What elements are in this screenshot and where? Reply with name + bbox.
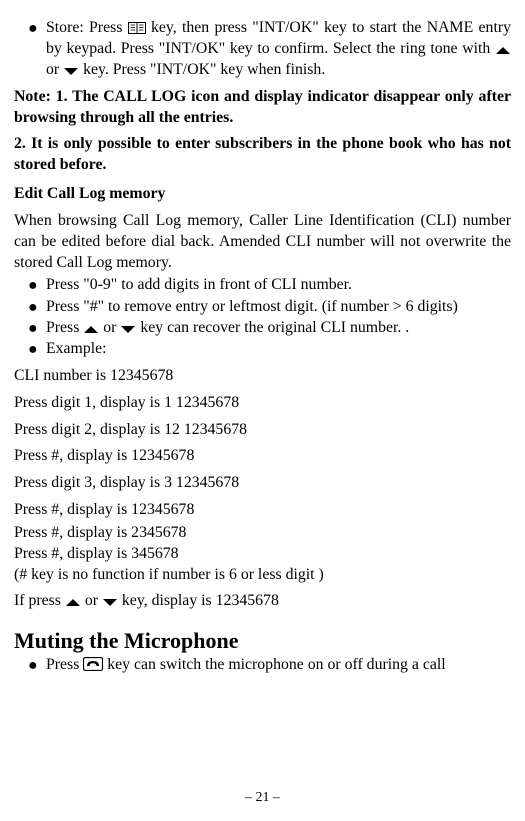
- section-heading-mute: Muting the Microphone: [14, 626, 511, 655]
- note-1: Note: 1. The CALL LOG icon and display i…: [14, 87, 511, 129]
- bullet-marker: ●: [28, 275, 46, 296]
- example-line-9: (# key is no function if number is 6 or …: [14, 565, 511, 586]
- text: or: [103, 319, 120, 336]
- down-arrow-icon: [102, 591, 118, 612]
- text: Press key can switch the microphone on o…: [46, 655, 511, 676]
- bullet-marker: ●: [28, 655, 46, 676]
- note-2: 2. It is only possible to enter subscrib…: [14, 134, 511, 176]
- page-number: – 21 –: [0, 789, 525, 807]
- bullet-store-text: Store: Press key, then press "INT/OK" ke…: [46, 18, 511, 81]
- example-line-6: Press #, display is 12345678: [14, 500, 511, 521]
- bullet-marker: ●: [28, 339, 46, 360]
- bullet-edit-3: ● Press or key can recover the original …: [46, 318, 511, 339]
- example-line-4: Press #, display is 12345678: [14, 446, 511, 467]
- text: key. Press "INT/OK" key when finish.: [83, 61, 325, 78]
- text: key can recover the original CLI number.…: [140, 319, 409, 336]
- down-arrow-icon: [120, 318, 136, 339]
- example-line-8: Press #, display is 345678: [14, 544, 511, 565]
- up-arrow-icon: [83, 318, 99, 339]
- bullet-mute: ● Press key can switch the microphone on…: [46, 655, 511, 676]
- edit-paragraph: When browsing Call Log memory, Caller Li…: [14, 211, 511, 274]
- phone-icon: [83, 655, 103, 676]
- text: or: [46, 61, 63, 78]
- text: Press "#" to remove entry or leftmost di…: [46, 297, 511, 318]
- example-line-5: Press digit 3, display is 3 12345678: [14, 473, 511, 494]
- text: Press: [46, 656, 83, 673]
- example-line-7: Press #, display is 2345678: [14, 523, 511, 544]
- text: key can switch the microphone on or off …: [107, 656, 445, 673]
- bullet-store: ● Store: Press key, then press "INT/OK" …: [46, 18, 511, 81]
- bullet-edit-4: ● Example:: [46, 339, 511, 360]
- text: or: [85, 593, 102, 610]
- book-icon: [128, 18, 146, 39]
- text: Press or key can recover the original CL…: [46, 318, 511, 339]
- text: key, display is 12345678: [122, 593, 279, 610]
- text: Example:: [46, 339, 511, 360]
- example-line-2: Press digit 1, display is 1 12345678: [14, 393, 511, 414]
- bullet-edit-1: ● Press "0-9" to add digits in front of …: [46, 275, 511, 296]
- down-arrow-icon: [63, 60, 79, 81]
- bullet-edit-2: ● Press "#" to remove entry or leftmost …: [46, 297, 511, 318]
- up-arrow-icon: [495, 39, 511, 60]
- example-line-10: If press or key, display is 12345678: [14, 591, 511, 612]
- example-line-1: CLI number is 12345678: [14, 366, 511, 387]
- section-heading-edit: Edit Call Log memory: [14, 184, 511, 205]
- text: If press: [14, 593, 65, 610]
- example-line-3: Press digit 2, display is 12 12345678: [14, 420, 511, 441]
- bullet-marker: ●: [28, 318, 46, 339]
- bullet-marker: ●: [28, 18, 46, 81]
- text: Press "0-9" to add digits in front of CL…: [46, 275, 511, 296]
- up-arrow-icon: [65, 591, 81, 612]
- bullet-marker: ●: [28, 297, 46, 318]
- text: Press: [46, 319, 83, 336]
- text: Store: Press: [46, 19, 128, 36]
